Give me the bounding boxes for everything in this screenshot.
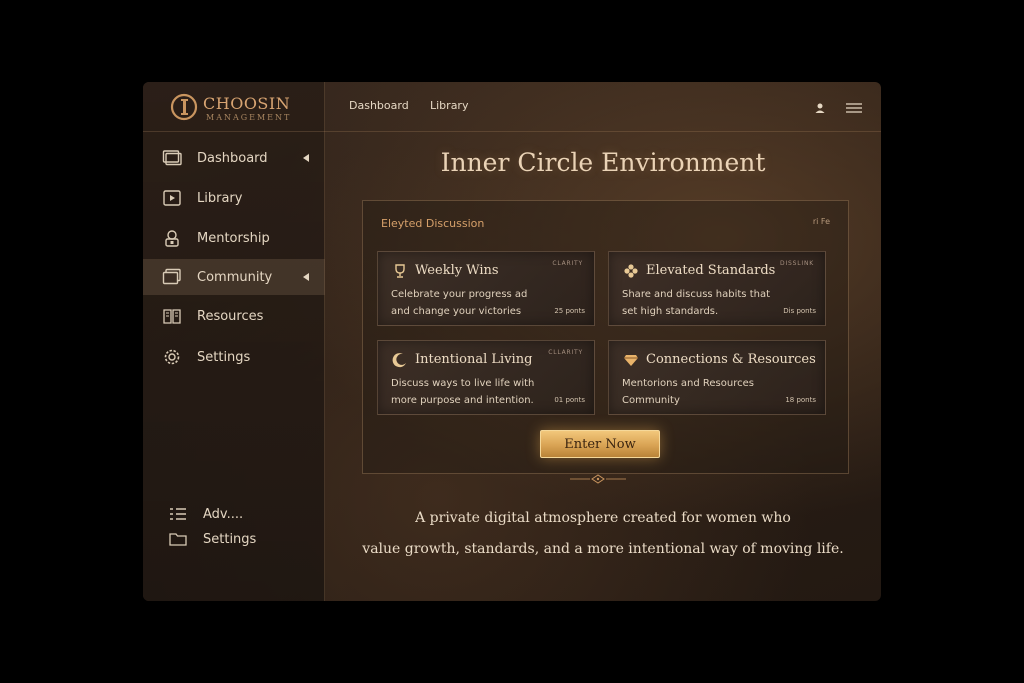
user-icon[interactable] [814,99,826,118]
sidebar-item-library[interactable]: Library [143,180,325,216]
sidebar-item-settings[interactable]: Settings [143,339,325,375]
card-tag: CLLARITY [548,349,583,356]
monitor-icon [162,148,182,168]
page-title: Inner Circle Environment [440,148,766,177]
folder-icon [168,529,188,549]
card-description: Mentorions and Resources Community [622,375,792,409]
trophy-icon [391,262,409,280]
window-stack-icon [162,267,182,287]
book-open-icon [162,306,182,326]
sidebar: CHOOSIN MANAGEMENT Dashboard Library Men… [143,82,325,601]
top-link-library[interactable]: Library [430,99,468,112]
sidebar-item-label: Settings [203,531,257,547]
card-desc-line: set high standards. [622,306,719,317]
flower-icon [622,262,640,280]
sidebar-item-label: Community [197,269,273,285]
brand-name: CHOOSIN [203,94,291,113]
brand-logo[interactable]: CHOOSIN MANAGEMENT [143,82,325,132]
card-title: Elevated Standards [646,263,776,278]
card-title: Weekly Wins [415,263,499,278]
chevron-left-icon [303,273,309,281]
top-navbar: Dashboard Library [325,82,881,132]
chevron-left-icon [303,154,309,162]
play-box-icon [162,188,182,208]
card-elevated-standards[interactable]: Elevated Standards DISSLINK Share and di… [608,251,826,326]
gear-icon [162,347,182,367]
sidebar-item-label: Resources [197,308,264,324]
sidebar-item-label: Adv.... [203,506,244,522]
sidebar-item-mentorship[interactable]: Mentorship [143,220,325,256]
sidebar-item-settings-bottom[interactable]: Settings [143,527,325,551]
sidebar-item-community[interactable]: Community [143,259,325,295]
card-desc-line: Community [622,395,680,406]
card-desc-line: Celebrate your progress ad [391,289,528,300]
moon-icon [391,351,409,369]
card-points: Dis ponts [783,307,816,315]
card-desc-line: and change your victories [391,306,522,317]
sidebar-item-resources[interactable]: Resources [143,298,325,334]
user-lock-icon [162,228,182,248]
card-connections-resources[interactable]: Connections & Resources Mentorions and R… [608,340,826,415]
card-tag: CLARITY [552,260,583,267]
card-points: 01 ponts [554,396,585,404]
card-desc-line: Share and discuss habits that [622,289,771,300]
top-link-dashboard[interactable]: Dashboard [349,99,409,112]
sidebar-item-label: Mentorship [197,230,270,246]
enter-now-button[interactable]: Enter Now [540,430,660,458]
card-description: Celebrate your progress ad and change yo… [391,286,541,320]
sidebar-item-label: Dashboard [197,150,268,166]
sidebar-item-label: Settings [197,349,251,365]
sidebar-item-label: Library [197,190,243,206]
card-points: 18 ponts [785,396,816,404]
card-title: Intentional Living [415,352,533,367]
tagline-line-1: A private digital atmosphere created for… [415,510,791,526]
card-tag: DISSLINK [780,260,814,267]
brand-mark-icon [169,91,201,123]
card-description: Discuss ways to live life with more purp… [391,375,551,409]
brand-subtitle: MANAGEMENT [206,113,292,122]
card-desc-line: Mentorions and Resources [622,378,754,389]
tagline-line-2: value growth, standards, and a more inte… [362,541,844,557]
sidebar-item-advanced[interactable]: Adv.... [143,502,325,526]
card-desc-line: more purpose and intention. [391,395,534,406]
card-intentional-living[interactable]: Intentional Living CLLARITY Discuss ways… [377,340,595,415]
list-icon [168,504,188,524]
ornament-divider-icon [570,469,626,484]
panel-meta: ri Fe [812,217,830,226]
card-desc-line: Discuss ways to live life with [391,378,535,389]
card-weekly-wins[interactable]: Weekly Wins CLARITY Celebrate your progr… [377,251,595,326]
card-title: Connections & Resources [646,352,816,367]
sidebar-item-dashboard[interactable]: Dashboard [143,140,325,176]
app-window: CHOOSIN MANAGEMENT Dashboard Library Men… [143,82,881,601]
diamond-icon [622,351,640,369]
card-description: Share and discuss habits that set high s… [622,286,792,320]
panel-title: Eleyted Discussion [381,217,485,230]
card-points: 25 ponts [554,307,585,315]
menu-icon[interactable] [845,99,863,118]
